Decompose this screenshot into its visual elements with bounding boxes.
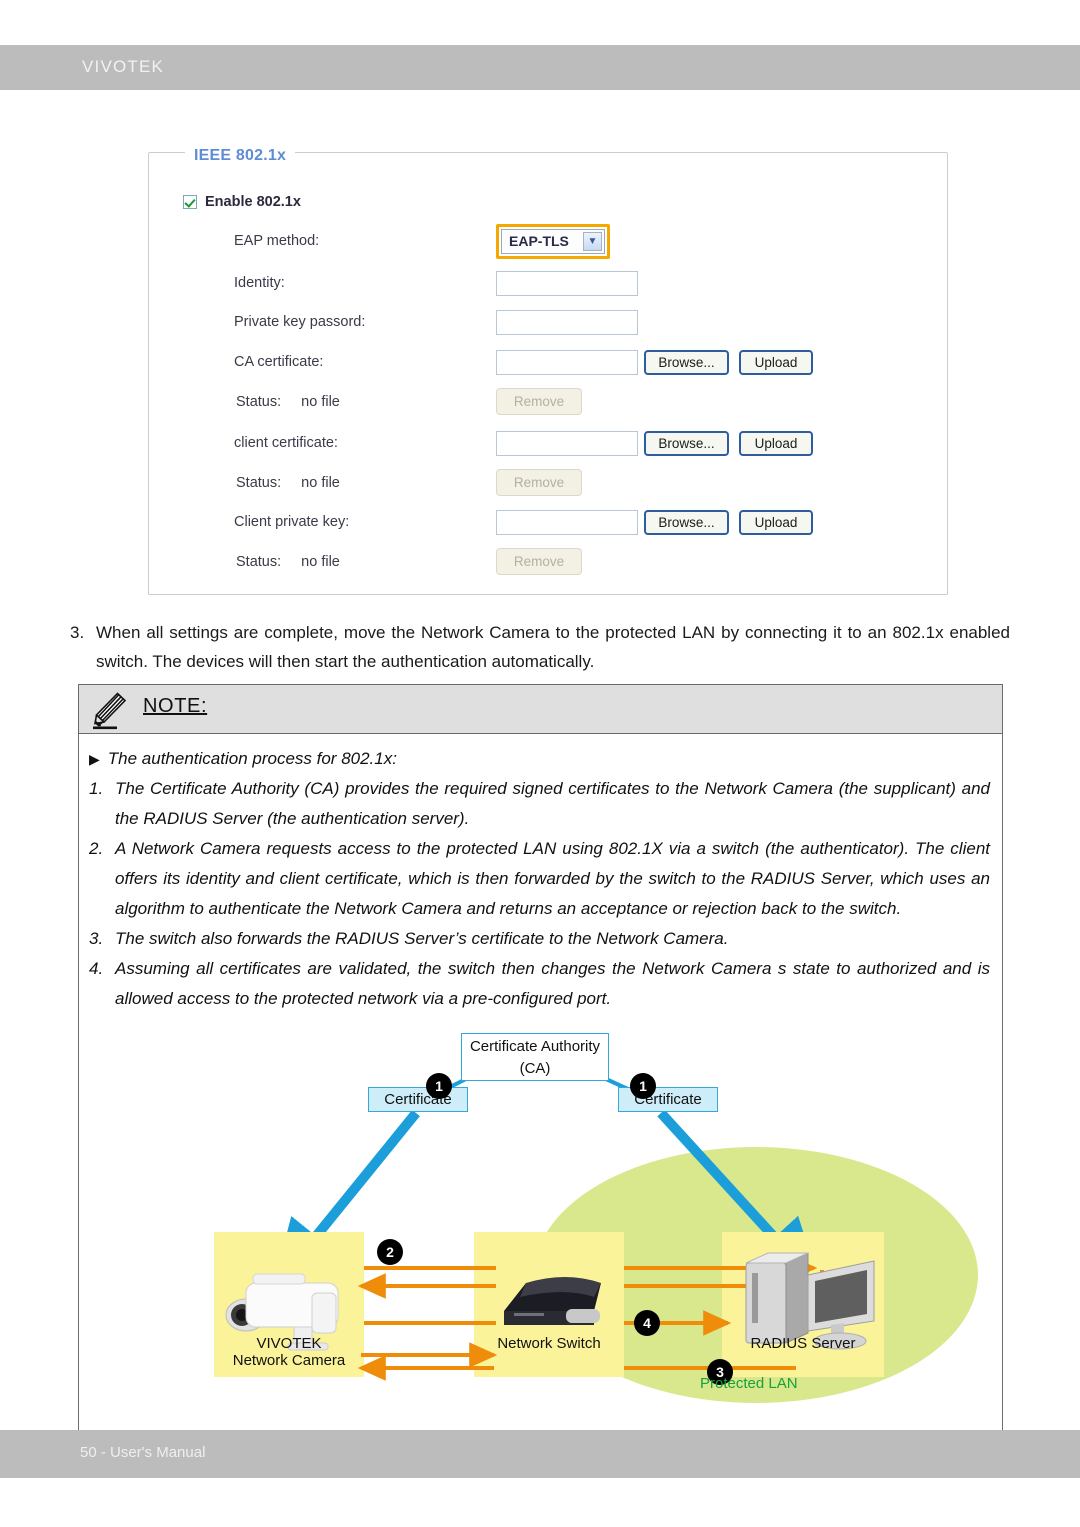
triangle-right-icon: ▶ <box>89 751 100 767</box>
certificate-label-left: Certificate <box>368 1087 468 1112</box>
ca-certificate-remove-holder: Remove <box>496 388 582 415</box>
note-header: NOTE: <box>79 685 1002 734</box>
note-item-text: Assuming all certificates are validated,… <box>115 959 990 1008</box>
field-row-ca-certificate: CA certificate: Browse... Upload <box>234 349 813 375</box>
ca-certificate-status-value: no file <box>301 393 340 410</box>
enable-8021x-checkbox[interactable] <box>183 195 197 209</box>
note-item-number: 3. <box>89 929 104 948</box>
ca-line-1: Certificate Authority <box>469 1038 601 1055</box>
note-item-text: The Certificate Authority (CA) provides … <box>115 779 990 828</box>
camera-caption-line-2: Network Camera <box>232 1352 346 1369</box>
step-badge-2: 2 <box>377 1239 403 1265</box>
client-private-key-label: Client private key: <box>234 514 350 530</box>
client-private-key-status-label: Status: <box>236 553 282 570</box>
client-private-key-upload-button[interactable]: Upload <box>739 509 813 535</box>
ca-certificate-remove-button[interactable]: Remove <box>496 388 582 415</box>
note-item-text: A Network Camera requests access to the … <box>115 839 990 918</box>
step-3-paragraph: 3. When all settings are complete, move … <box>70 618 1010 676</box>
note-list-item: 4. Assuming all certificates are validat… <box>89 954 990 1014</box>
eap-method-value: EAP-TLS <box>509 233 569 249</box>
client-certificate-browse-button[interactable]: Browse... <box>644 430 729 456</box>
camera-caption-line-1: VIVOTEK <box>256 1335 322 1352</box>
client-certificate-remove-button[interactable]: Remove <box>496 469 582 496</box>
client-private-key-browse-button[interactable]: Browse... <box>644 509 729 535</box>
ca-certificate-status-label: Status: <box>236 393 282 410</box>
switch-caption: Network Switch <box>497 1335 601 1352</box>
note-body: ▶ The authentication process for 802.1x:… <box>79 734 1002 1014</box>
header-bar: VIVOTEK <box>0 45 1080 90</box>
note-item-number: 4. <box>89 959 104 978</box>
note-item-text: The switch also forwards the RADIUS Serv… <box>115 929 729 948</box>
client-certificate-status-label: Status: <box>236 474 282 491</box>
note-list-item: 2. A Network Camera requests access to t… <box>89 834 990 924</box>
status-row-client-private-key: Status: no file Remove <box>236 548 582 575</box>
server-caption: RADIUS Server <box>750 1335 856 1352</box>
field-row-client-certificate: client certificate: Browse... Upload <box>234 430 813 456</box>
identity-input[interactable] <box>496 270 638 296</box>
note-intro-line: ▶ The authentication process for 802.1x: <box>89 744 990 774</box>
private-key-password-input[interactable] <box>496 309 638 335</box>
status-row-client-certificate: Status: no file Remove <box>236 469 582 496</box>
step-3-number: 3. <box>70 623 85 642</box>
client-private-key-status: Status: no file <box>236 554 496 570</box>
camera-caption: VIVOTEK Network Camera <box>214 1335 364 1369</box>
field-row-private-key-password: Private key passord: <box>234 309 638 335</box>
enable-8021x-row[interactable]: Enable 802.1x <box>183 194 301 210</box>
protected-lan-caption: Protected LAN <box>700 1375 798 1392</box>
private-key-password-label: Private key passord: <box>234 314 366 330</box>
ca-line-2: (CA) <box>519 1060 551 1077</box>
ca-certificate-status: Status: no file <box>236 394 496 410</box>
eap-method-label: EAP method: <box>234 233 320 249</box>
note-item-number: 2. <box>89 839 104 858</box>
footer-bar: 50 - User's Manual <box>0 1430 1080 1478</box>
identity-label: Identity: <box>234 275 285 291</box>
client-certificate-status-value: no file <box>301 474 340 491</box>
eap-method-highlight: EAP-TLS ▼ <box>496 223 610 259</box>
step-badge-1-left: 1 <box>426 1073 452 1099</box>
client-certificate-status: Status: no file <box>236 475 496 491</box>
note-item-number: 1. <box>89 779 104 798</box>
client-certificate-label: client certificate: <box>234 435 338 451</box>
footer-page-label: 50 - User's Manual <box>80 1444 206 1461</box>
step-3-text: When all settings are complete, move the… <box>96 623 1010 671</box>
client-certificate-input[interactable] <box>496 430 638 456</box>
client-private-key-remove-button[interactable]: Remove <box>496 548 582 575</box>
note-title: NOTE: <box>143 695 208 717</box>
client-private-key-status-value: no file <box>301 553 340 570</box>
chevron-down-icon[interactable]: ▼ <box>583 231 602 251</box>
pencil-icon <box>93 692 127 730</box>
field-row-client-private-key: Client private key: Browse... Upload <box>234 509 813 535</box>
ca-certificate-browse-button[interactable]: Browse... <box>644 349 729 375</box>
field-row-eap-method: EAP method: EAP-TLS ▼ <box>234 223 610 259</box>
client-certificate-remove-holder: Remove <box>496 469 582 496</box>
field-row-identity: Identity: <box>234 270 638 296</box>
step-badge-4: 4 <box>634 1310 660 1336</box>
certificate-authority-box: Certificate Authority (CA) <box>461 1033 609 1081</box>
client-private-key-input[interactable] <box>496 509 638 535</box>
ca-certificate-label: CA certificate: <box>234 354 324 370</box>
brand-logo-text: VIVOTEK <box>82 57 165 76</box>
step-badge-1-right: 1 <box>630 1073 656 1099</box>
enable-8021x-label: Enable 802.1x <box>205 194 301 210</box>
ca-certificate-input[interactable] <box>496 349 638 375</box>
note-intro-text: The authentication process for 802.1x: <box>107 749 397 768</box>
ca-certificate-upload-button[interactable]: Upload <box>739 349 813 375</box>
client-private-key-remove-holder: Remove <box>496 548 582 575</box>
status-row-ca-certificate: Status: no file Remove <box>236 388 582 415</box>
authentication-flow-diagram: Certificate Authority (CA) Certificate C… <box>96 1025 986 1405</box>
panel-legend-title: IEEE 802.1x <box>185 147 296 165</box>
note-list-item: 3. The switch also forwards the RADIUS S… <box>89 924 990 954</box>
eap-method-select[interactable]: EAP-TLS ▼ <box>501 228 605 254</box>
note-list-item: 1. The Certificate Authority (CA) provid… <box>89 774 990 834</box>
client-certificate-upload-button[interactable]: Upload <box>739 430 813 456</box>
